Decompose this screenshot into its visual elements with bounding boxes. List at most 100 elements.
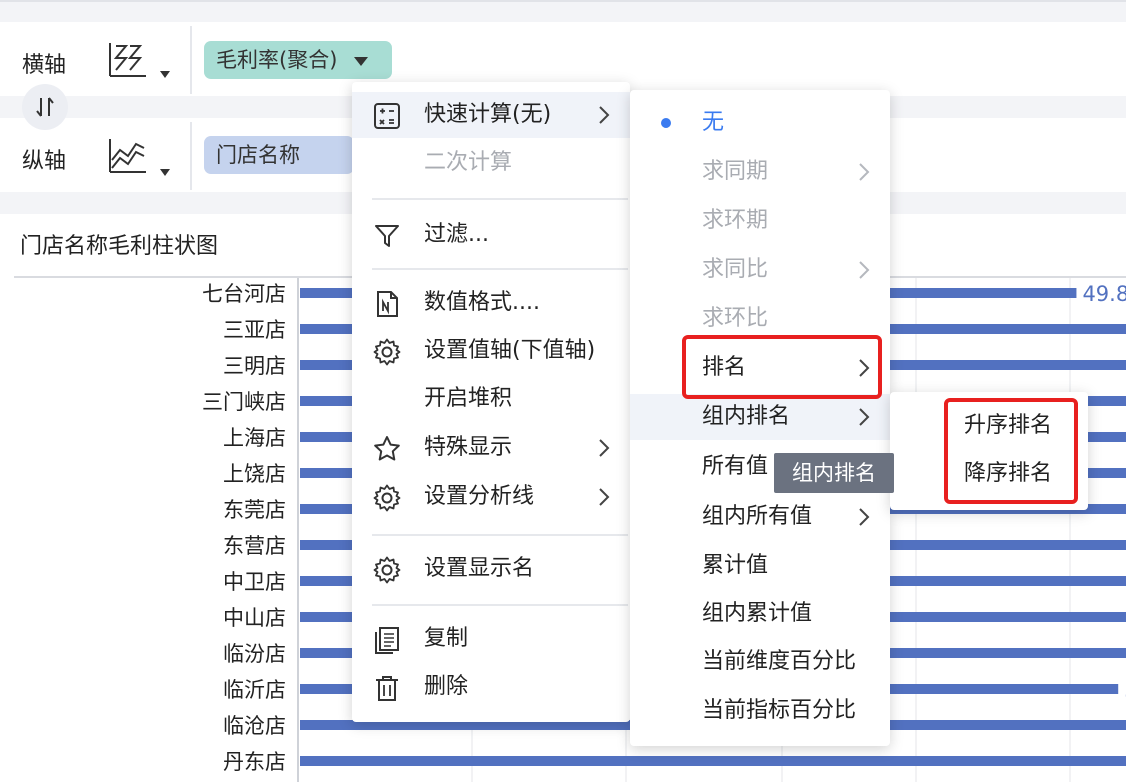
top-strip <box>0 0 1126 22</box>
swap-axes-button[interactable] <box>22 84 68 130</box>
calculator-icon <box>374 103 400 129</box>
menu-item-label: 复制 <box>424 626 469 651</box>
chevron-down-icon[interactable] <box>160 169 170 176</box>
calc-option-group-cumulative[interactable]: 组内累计值 <box>630 591 890 637</box>
menu-item-value-axis[interactable]: 设置值轴(下值轴) <box>352 328 630 374</box>
context-menu: 快速计算(无) 二次计算 过滤... 数值格式.... 设置值轴(下值轴) 开启… <box>352 82 630 722</box>
category-tick-label: 上海店 <box>223 426 286 450</box>
vertical-axis-label: 纵轴 <box>22 149 67 174</box>
category-tick-label: 中山店 <box>223 606 286 630</box>
copy-icon <box>375 627 399 654</box>
chevron-right-icon <box>859 408 870 426</box>
menu-item-label: 当前指标百分比 <box>702 698 857 723</box>
chart-title: 门店名称毛利柱状图 <box>20 234 219 259</box>
chevron-right-icon <box>859 163 870 181</box>
calc-option-cumulative[interactable]: 累计值 <box>630 543 890 589</box>
tooltip: 组内排名 <box>774 453 894 493</box>
category-tick-label: 丹东店 <box>223 750 286 774</box>
menu-item-copy[interactable]: 复制 <box>352 616 630 662</box>
filter-icon <box>375 225 399 247</box>
calc-option-yoy: 求同比 <box>630 247 890 293</box>
menu-separator <box>372 268 628 270</box>
calc-option-same-period: 求同期 <box>630 149 890 195</box>
menu-item-label: 设置分析线 <box>424 484 535 509</box>
bar-value-label: 49.82 <box>1082 282 1126 306</box>
menu-item-secondary-calc: 二次计算 <box>352 140 630 186</box>
menu-item-label: 累计值 <box>702 553 769 578</box>
calc-option-group-all-values[interactable]: 组内所有值 <box>630 494 890 540</box>
menu-item-label: 组内排名 <box>702 404 791 429</box>
menu-item-quick-calc[interactable]: 快速计算(无) <box>352 92 630 138</box>
menu-item-label: 当前维度百分比 <box>702 649 857 674</box>
vertical-field-pill[interactable]: 门店名称 <box>204 136 354 174</box>
menu-item-label: 所有值 <box>702 454 769 479</box>
menu-item-label: 组内所有值 <box>702 504 813 529</box>
menu-item-label: 无 <box>702 110 725 135</box>
menu-item-analysis-line[interactable]: 设置分析线 <box>352 474 630 520</box>
category-tick-label: 东莞店 <box>223 498 286 522</box>
menu-separator <box>372 198 628 200</box>
category-tick-label: 临汾店 <box>223 642 286 666</box>
chart-type-icon[interactable] <box>108 40 148 80</box>
calc-option-none[interactable]: 无 <box>630 100 890 146</box>
menu-item-label: 数值格式.... <box>424 290 540 315</box>
category-tick-label: 临沂店 <box>223 678 286 702</box>
app-root: 横轴 毛利率(聚合) 纵轴 门店名称 门店名称毛利柱状图 七台河店 49.8 三… <box>0 0 1126 782</box>
number-format-icon <box>377 291 398 317</box>
category-tick-label: 三门峡店 <box>202 390 286 414</box>
chevron-right-icon <box>859 261 870 279</box>
toolbar-separator <box>190 122 192 190</box>
gear-icon <box>373 338 401 366</box>
category-tick-label: 东营店 <box>223 534 286 558</box>
horizontal-field-pill[interactable]: 毛利率(聚合) <box>204 41 392 79</box>
highlight-box-rank <box>682 335 882 399</box>
chevron-down-icon[interactable] <box>354 56 369 66</box>
star-icon <box>374 436 400 461</box>
menu-item-delete[interactable]: 删除 <box>352 664 630 710</box>
chevron-right-icon <box>599 106 610 124</box>
menu-item-label: 开启堆积 <box>424 386 513 411</box>
bar <box>300 756 1126 766</box>
menu-item-label: 快速计算(无) <box>424 102 552 127</box>
menu-item-label: 删除 <box>424 674 469 699</box>
calc-option-dimension-percent[interactable]: 当前维度百分比 <box>630 639 890 685</box>
menu-item-label: 特殊显示 <box>424 435 513 460</box>
calc-option-prev-period: 求环期 <box>630 198 890 244</box>
menu-item-label: 过滤... <box>424 222 489 247</box>
menu-item-label: 设置值轴(下值轴) <box>424 338 596 363</box>
menu-item-filter[interactable]: 过滤... <box>352 212 630 258</box>
gear-icon <box>373 484 401 512</box>
gear-icon <box>373 556 401 584</box>
menu-item-number-format[interactable]: 数值格式.... <box>352 280 630 326</box>
category-tick-label: 上饶店 <box>223 462 286 486</box>
menu-item-label: 二次计算 <box>424 150 513 175</box>
selected-dot-icon <box>661 118 671 128</box>
menu-item-enable-stack[interactable]: 开启堆积 <box>352 376 630 422</box>
swap-icon <box>36 97 54 117</box>
category-tick-label: 中卫店 <box>223 570 286 594</box>
menu-separator <box>372 534 628 536</box>
menu-item-label: 求同期 <box>702 159 769 184</box>
calc-option-group-rank[interactable]: 组内排名 <box>630 394 890 440</box>
highlight-box-rank-options <box>944 398 1078 504</box>
category-tick-label: 三亚店 <box>223 318 286 342</box>
chevron-right-icon <box>859 508 870 526</box>
menu-item-display-name[interactable]: 设置显示名 <box>352 546 630 592</box>
menu-item-label: 设置显示名 <box>424 556 535 581</box>
menu-item-label: 组内累计值 <box>702 601 813 626</box>
toolbar-separator <box>190 26 192 94</box>
horizontal-field-label: 毛利率(聚合) <box>216 48 338 72</box>
calc-option-metric-percent[interactable]: 当前指标百分比 <box>630 688 890 734</box>
chevron-right-icon <box>599 439 610 457</box>
vertical-field-label: 门店名称 <box>216 143 300 167</box>
menu-item-special-display[interactable]: 特殊显示 <box>352 425 630 471</box>
category-tick-label: 临沧店 <box>223 714 286 738</box>
menu-separator <box>372 604 628 606</box>
quick-calc-submenu: 无 求同期 求环期 求同比 求环比 排名 组内排名 所有值 组内所有值 累计值 … <box>630 90 890 746</box>
horizontal-axis-label: 横轴 <box>22 53 67 78</box>
chevron-down-icon[interactable] <box>160 71 170 78</box>
trash-icon <box>376 676 398 701</box>
category-tick-label: 七台河店 <box>202 282 286 306</box>
line-chart-icon[interactable] <box>108 136 148 176</box>
chevron-right-icon <box>599 488 610 506</box>
